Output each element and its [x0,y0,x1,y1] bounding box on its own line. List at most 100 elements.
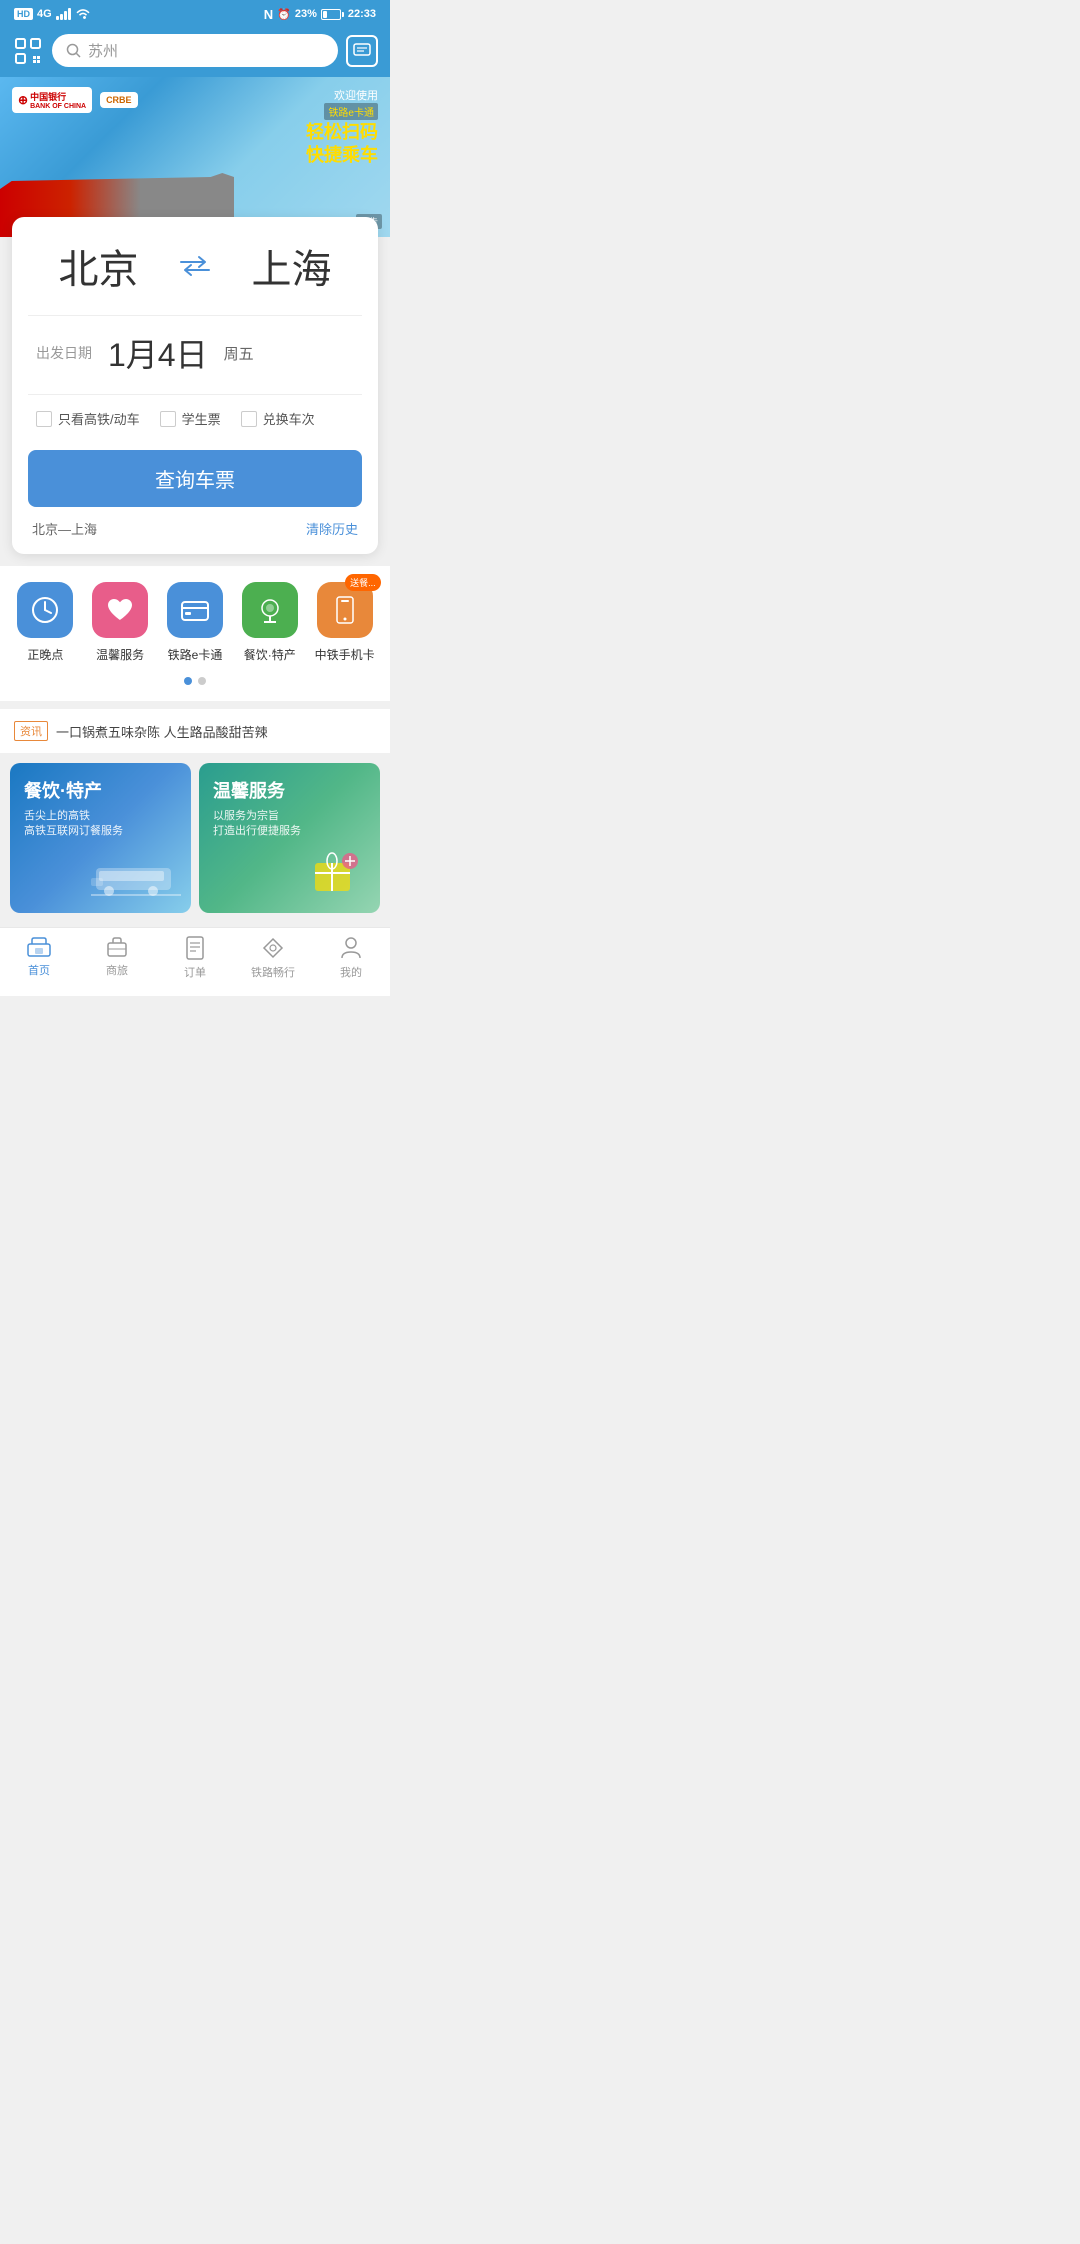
signal-icon [56,8,71,20]
warm-service-icon-item[interactable]: 温馨服务 [85,582,155,663]
promo-banner[interactable]: ⊕ 中国银行 BANK OF CHINA CRBE 欢迎使用 铁路e卡通 轻松扫… [0,77,390,237]
date-label: 出发日期 [36,343,92,363]
nav-orders[interactable]: 订单 [156,936,234,980]
battery-icon [321,9,344,20]
clear-history-button[interactable]: 清除历史 [306,519,358,538]
tietong-badge: 铁路e卡通 [324,103,378,120]
quick-icons-section: 正晚点 温馨服务 铁路e卡通 [0,566,390,701]
status-bar: HD 4G N ⏰ 23% 22:33 [0,0,390,28]
tagline1: 轻松扫码 [306,121,378,144]
delivery-badge: 送餐... [345,574,381,591]
student-ticket-option[interactable]: 学生票 [160,409,221,428]
news-banner[interactable]: 资讯 一口锅煮五味杂陈 人生路品酸甜苦辣 [0,709,390,753]
food-card-text: 餐饮·特产 舌尖上的高铁 高铁互联网订餐服务 [24,777,123,840]
warm-service-card-sub2: 打造出行便捷服务 [213,824,301,839]
nav-home[interactable]: 首页 [0,936,78,980]
food-promo-card[interactable]: 餐饮·特产 舌尖上的高铁 高铁互联网订餐服务 [10,763,191,913]
mine-nav-icon [340,936,362,960]
app-header: 苏州 [0,28,390,77]
nav-business-label: 商旅 [106,962,128,978]
search-icon [66,43,82,59]
from-city[interactable]: 北京 [28,237,169,295]
mobile-card-icon-item[interactable]: 送餐... 中铁手机卡 [310,582,380,663]
ecard-icon-item[interactable]: 铁路e卡通 [160,582,230,663]
search-bar[interactable]: 苏州 [52,34,338,67]
punctual-icon-item[interactable]: 正晚点 [10,582,80,663]
warm-service-card-title: 温馨服务 [213,777,301,803]
clock-time: 22:33 [348,8,376,20]
bottom-navigation: 首页 商旅 订单 铁路畅行 我的 [0,927,390,996]
bank-of-china-logo: ⊕ 中国银行 BANK OF CHINA [12,87,92,113]
search-history-row: 北京—上海 清除历史 [28,519,362,538]
search-tickets-button[interactable]: 查询车票 [28,450,362,507]
high-speed-label: 只看高铁/动车 [58,409,140,428]
dot-2 [198,677,206,685]
promo-cards-row: 餐饮·特产 舌尖上的高铁 高铁互联网订餐服务 温馨服务 以服务为宗旨 打造出行便… [0,753,390,923]
exchange-option[interactable]: 兑换车次 [241,409,315,428]
tagline2: 快捷乘车 [306,144,378,167]
nav-orders-label: 订单 [184,964,206,980]
warm-service-card-sub1: 以服务为宗旨 [213,809,301,824]
hd-badge: HD [14,8,33,20]
exchange-checkbox[interactable] [241,411,257,427]
ecard-label: 铁路e卡通 [168,646,223,663]
carousel-dots [8,673,382,693]
network-type: 4G [37,8,52,20]
home-nav-icon [26,936,52,958]
mobile-card-label: 中铁手机卡 [315,646,375,663]
nav-mine[interactable]: 我的 [312,936,390,980]
high-speed-option[interactable]: 只看高铁/动车 [36,409,140,428]
options-row: 只看高铁/动车 学生票 兑换车次 [28,394,362,442]
nav-travel-label: 铁路畅行 [251,964,295,980]
food-card-title: 餐饮·特产 [24,777,123,803]
swap-cities-button[interactable] [169,246,221,286]
punctual-icon [17,582,73,638]
crbe-logo: CRBE [100,92,138,108]
business-nav-icon [106,936,128,958]
weekday-label: 周五 [224,343,254,364]
nav-mine-label: 我的 [340,964,362,980]
icons-row: 正晚点 温馨服务 铁路e卡通 [8,582,382,663]
message-button[interactable] [346,35,378,67]
news-text: 一口锅煮五味杂陈 人生路品酸甜苦辣 [56,722,268,741]
warm-service-label: 温馨服务 [96,646,144,663]
dot-1 [184,677,192,685]
food-card-sub2: 高铁互联网订餐服务 [24,824,123,839]
status-right: N ⏰ 23% 22:33 [264,7,376,22]
food-card-sub1: 舌尖上的高铁 [24,809,123,824]
exchange-label: 兑换车次 [263,409,315,428]
to-city[interactable]: 上海 [221,237,362,295]
warm-service-card-text: 温馨服务 以服务为宗旨 打造出行便捷服务 [213,777,301,840]
punctual-label: 正晚点 [27,646,63,663]
wifi-icon [75,8,91,20]
warm-service-icon [92,582,148,638]
food-label: 餐饮·特产 [244,646,296,663]
date-row[interactable]: 出发日期 1月4日 周五 [28,315,362,390]
date-value: 1月4日 [108,330,208,376]
search-placeholder: 苏州 [88,40,118,61]
scan-button[interactable] [12,35,44,67]
history-text: 北京—上海 [32,519,97,538]
battery-percent: 23% [295,8,317,20]
warm-service-promo-card[interactable]: 温馨服务 以服务为宗旨 打造出行便捷服务 [199,763,380,913]
nfc-icon: N [264,7,273,22]
nav-travel[interactable]: 铁路畅行 [234,936,312,980]
status-left: HD 4G [14,8,91,20]
travel-nav-icon [261,936,285,960]
nav-business[interactable]: 商旅 [78,936,156,980]
alarm-icon: ⏰ [277,8,291,21]
high-speed-checkbox[interactable] [36,411,52,427]
train-illustration [91,853,181,903]
food-icon-item[interactable]: 餐饮·特产 [235,582,305,663]
nav-home-label: 首页 [28,962,50,978]
student-checkbox[interactable] [160,411,176,427]
service-illustration [295,843,375,903]
city-row: 北京 上海 [28,237,362,295]
message-icon [353,43,371,59]
ecard-icon [167,582,223,638]
banner-logos: ⊕ 中国银行 BANK OF CHINA CRBE [12,87,138,113]
banner-right-content: 欢迎使用 铁路e卡通 轻松扫码 快捷乘车 [306,87,378,168]
ticket-search-card: 北京 上海 出发日期 1月4日 周五 只看高铁/动车 学生票 兑换车次 查询车票 [12,217,378,554]
food-icon [242,582,298,638]
student-label: 学生票 [182,409,221,428]
